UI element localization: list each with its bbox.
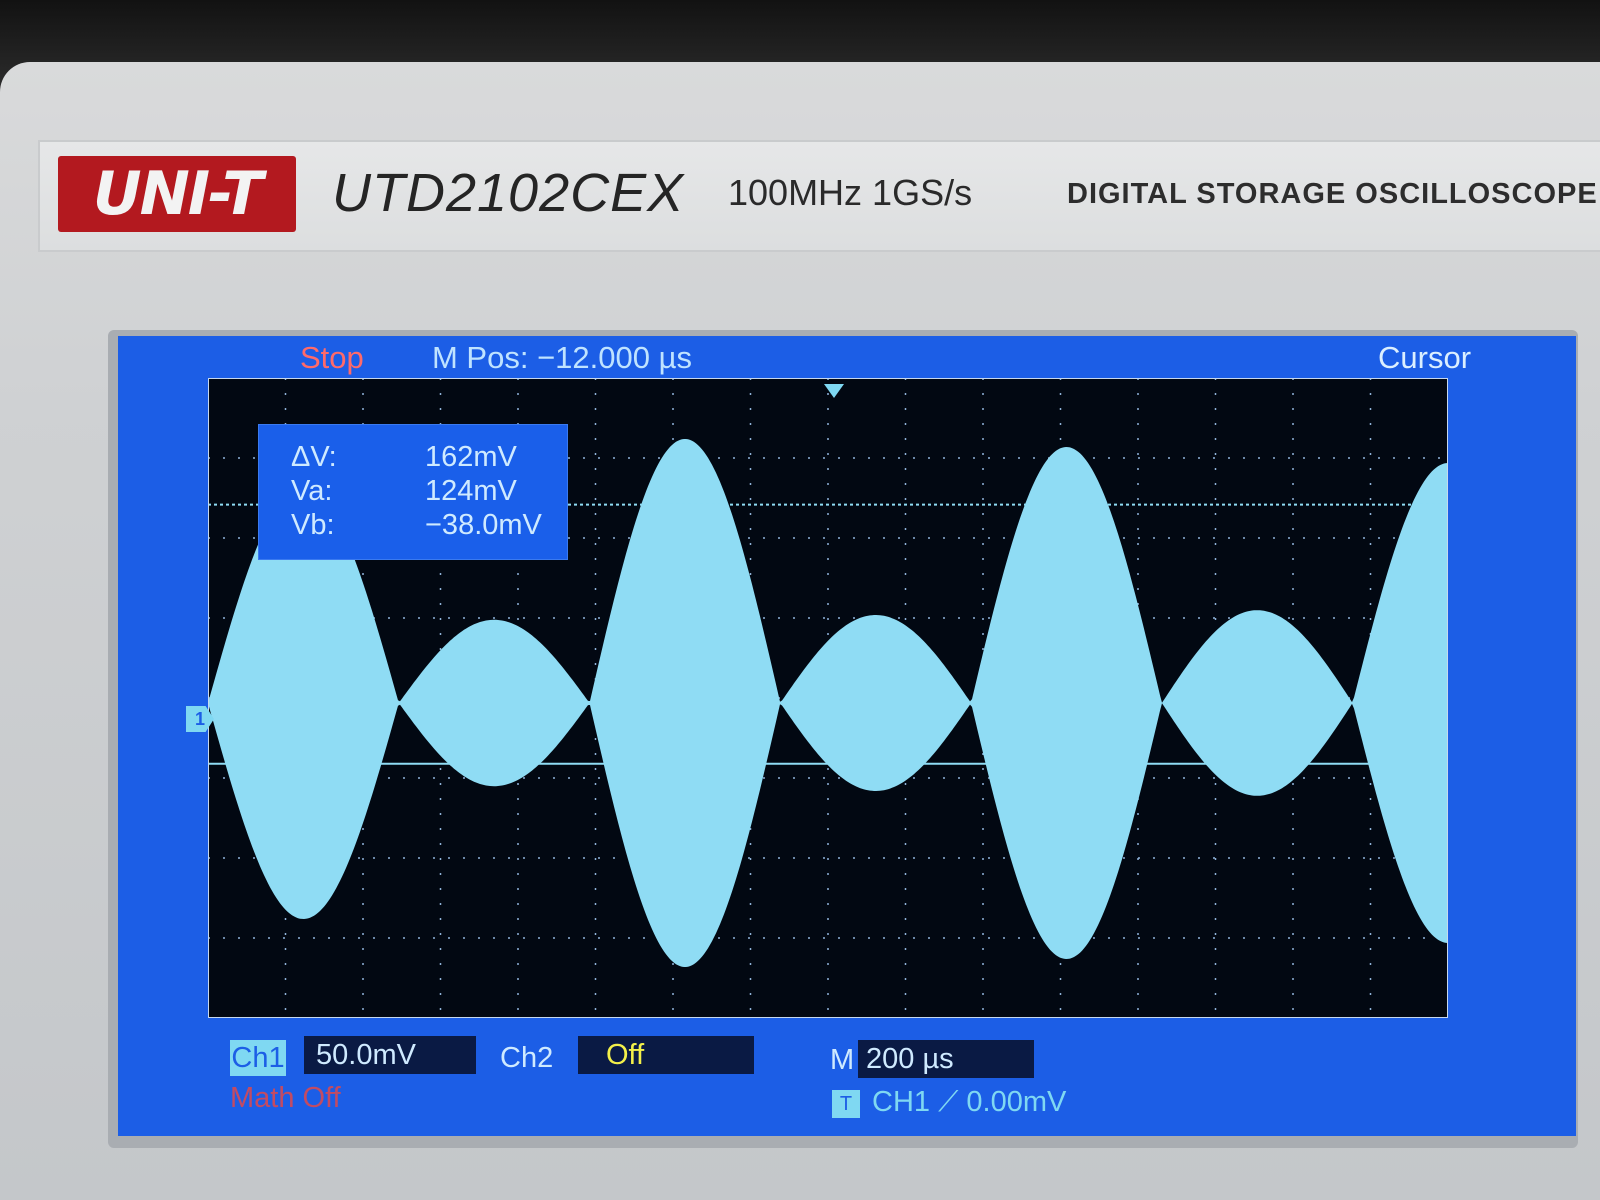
model-spec: 100MHz 1GS/s — [728, 172, 973, 213]
trigger-info: CH1 ⟋ 0.00mV — [872, 1086, 1067, 1118]
ch2-tag[interactable]: Ch2 — [500, 1042, 553, 1075]
cursor-measurement-box: ΔV: 162mV Va: 124mV Vb: −38.0mV — [258, 424, 568, 560]
model-name: UTD2102CEX — [332, 163, 685, 223]
ch2-state: Off — [578, 1036, 754, 1074]
va-row: Va: 124mV — [291, 475, 517, 508]
vb-value: −38.0mV — [425, 509, 542, 541]
trigger-position-icon — [824, 384, 844, 398]
device-description: DIGITAL STORAGE OSCILLOSCOPE — [1067, 178, 1598, 210]
delta-v-label: ΔV: — [291, 441, 337, 473]
timebase-tag: M — [830, 1044, 855, 1076]
vb-row: Vb: −38.0mV — [291, 509, 542, 542]
trigger-icon: T — [832, 1090, 860, 1118]
math-state: Math Off — [230, 1082, 341, 1114]
run-state: Stop — [300, 340, 364, 375]
delta-v-row: ΔV: 162mV — [291, 441, 517, 474]
vb-label: Vb: — [291, 509, 335, 541]
brand-logo-text: UNI-T — [92, 159, 263, 229]
va-label: Va: — [291, 475, 333, 507]
menu-title-cursor: Cursor — [1378, 340, 1472, 375]
delta-v-value: 162mV — [425, 441, 517, 473]
timebase-value: 200 µs — [858, 1040, 1034, 1078]
ch1-volts-div: 50.0mV — [304, 1036, 476, 1074]
brand-logo: UNI-T — [58, 156, 296, 232]
va-value: 124mV — [425, 475, 517, 507]
ch1-tag[interactable]: Ch1 — [230, 1040, 286, 1076]
horizontal-position: M Pos: −12.000 µs — [432, 340, 692, 375]
